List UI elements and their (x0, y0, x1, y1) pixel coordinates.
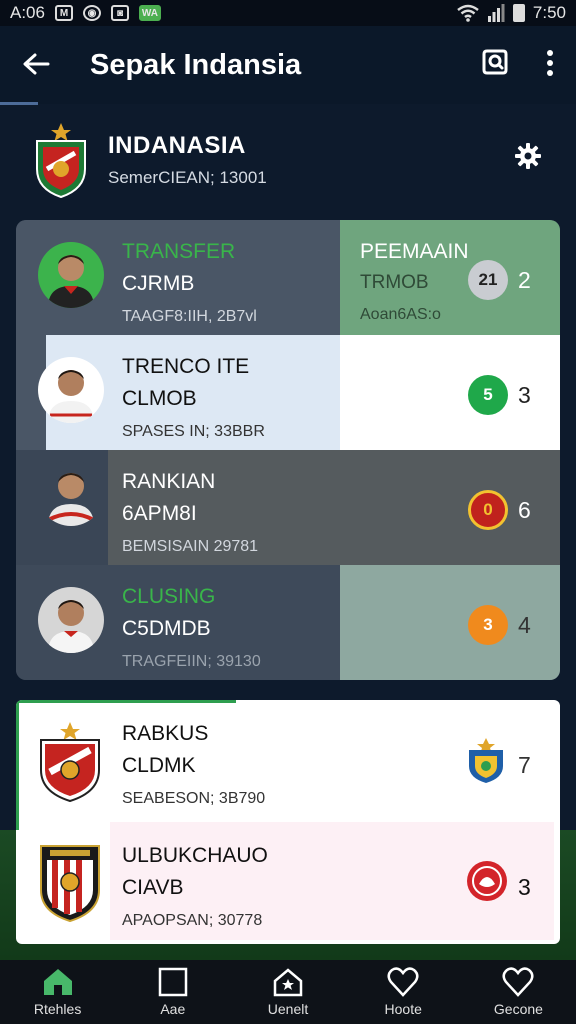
list-item[interactable]: RABKUS CLDMK SEABESON; 3B790 7 (16, 700, 560, 820)
heart-icon (387, 967, 419, 997)
list-item[interactable]: ULBUKCHAUO CIAVB APAOPSAN; 30778 3 (16, 822, 560, 942)
ranking-card: TRANSFER CJRMB TAAGF8:IIH, 2B7vl PEEMAAI… (16, 220, 560, 680)
row-right-meta: Aoan6AS:o (360, 306, 441, 323)
status-time-left: A:06 (10, 3, 45, 22)
player-avatar (38, 242, 104, 308)
row-meta: BEMSISAIN 29781 (122, 538, 259, 555)
tab-indicator (0, 102, 38, 105)
rank-number: 4 (518, 612, 531, 638)
square-icon (158, 967, 188, 997)
row-subtitle: CLMOB (122, 387, 197, 410)
search-icon[interactable] (480, 48, 510, 83)
row-subtitle: CJRMB (122, 272, 195, 295)
rank-number: 6 (518, 497, 531, 523)
row-subtitle: C5DMDB (122, 617, 211, 640)
row-right-subtitle: TRMOB (360, 272, 429, 293)
rank-number: 3 (518, 382, 531, 408)
team-header: INDANASIA SemerCIEAN; 13001 (32, 118, 552, 202)
notification-whatsapp-icon: WA (138, 5, 161, 21)
row-title: CLUSING (122, 585, 216, 608)
home-icon (43, 969, 72, 995)
notification-m-icon: M (54, 5, 73, 21)
player-avatar (38, 357, 104, 423)
rank-number: 2 (518, 267, 531, 293)
rank-badge: 3 (468, 605, 508, 645)
row-title: TRANSFER (122, 240, 236, 263)
rank-badge: 5 (468, 375, 508, 415)
notification-app-icon: ◙ (110, 5, 129, 21)
nav-item-aae[interactable]: Aae (115, 960, 230, 1024)
nav-label: Rtehles (33, 1001, 82, 1017)
nav-item-hoote[interactable]: Hoote (346, 960, 461, 1024)
nav-item-gecone[interactable]: Gecone (461, 960, 576, 1024)
club-card: RABKUS CLDMK SEABESON; 3B790 7 ULBUKCHAU… (16, 700, 560, 944)
row-meta: TAAGF8:IIH, 2B7vl (122, 308, 257, 325)
row-meta: SPASES IN; 33BBR (122, 423, 265, 440)
row-meta: TRAGFEIIN; 39130 (122, 653, 261, 670)
club-crest-icon (40, 845, 100, 922)
signal-icon (487, 4, 505, 22)
row-meta: SEABESON; 3B790 (122, 790, 266, 807)
team-crest-icon (36, 123, 86, 199)
heart-icon (502, 967, 534, 997)
nav-label: Aae (160, 1001, 186, 1017)
status-bar: A:06 M ◉ ◙ WA 7:50 (0, 0, 576, 26)
row-right-title: PEEMAAIN (360, 240, 469, 263)
list-item[interactable]: CLUSING C5DMDB TRAGFEIIN; 39130 3 4 (16, 565, 560, 680)
row-subtitle: 6APM8I (122, 502, 197, 525)
team-name: INDANASIA (108, 132, 246, 159)
gear-icon[interactable] (514, 142, 542, 175)
app-bar: Sepak Indansia (0, 26, 576, 104)
status-time-right: 7:50 (532, 3, 566, 22)
notification-circle-icon: ◉ (82, 5, 101, 21)
more-options-icon[interactable] (546, 49, 554, 81)
player-avatar (38, 587, 104, 653)
list-item[interactable]: TRANSFER CJRMB TAAGF8:IIH, 2B7vl PEEMAAI… (16, 220, 560, 335)
rank-number: 7 (518, 752, 531, 778)
row-title: TRENCO ITE (122, 355, 250, 378)
team-subtitle: SemerCIEAN; 13001 (108, 168, 267, 187)
club-badge-icon (469, 738, 503, 783)
bottom-nav: Rtehles Aae Uenelt Hoote Gecone (0, 960, 576, 1024)
list-item[interactable]: RANKIAN 6APM8I BEMSISAIN 29781 0 6 (16, 450, 560, 565)
club-badge-icon (467, 861, 507, 901)
back-arrow-icon[interactable] (22, 47, 62, 84)
nav-label: Hoote (384, 1001, 422, 1017)
wifi-icon (457, 4, 479, 22)
rank-number: 3 (518, 874, 531, 900)
page-title: Sepak Indansia (90, 48, 302, 81)
row-title: RANKIAN (122, 470, 216, 493)
house-icon (273, 968, 303, 997)
row-meta: APAOPSAN; 30778 (122, 912, 263, 929)
club-crest-icon (40, 722, 100, 802)
nav-item-uenelt[interactable]: Uenelt (230, 960, 345, 1024)
nav-label: Gecone (493, 1001, 543, 1017)
rank-badge: 21 (468, 260, 508, 300)
player-avatar (38, 460, 104, 526)
nav-label: Uenelt (267, 1001, 309, 1017)
row-title: ULBUKCHAUO (122, 844, 268, 867)
list-item[interactable]: TRENCO ITE CLMOB SPASES IN; 33BBR 5 3 (16, 335, 560, 450)
battery-icon (512, 4, 525, 22)
row-title: RABKUS (122, 722, 209, 745)
rank-badge: 0 (468, 490, 508, 530)
row-subtitle: CIAVB (122, 876, 184, 899)
row-subtitle: CLDMK (122, 754, 196, 777)
nav-item-home[interactable]: Rtehles (0, 960, 115, 1024)
